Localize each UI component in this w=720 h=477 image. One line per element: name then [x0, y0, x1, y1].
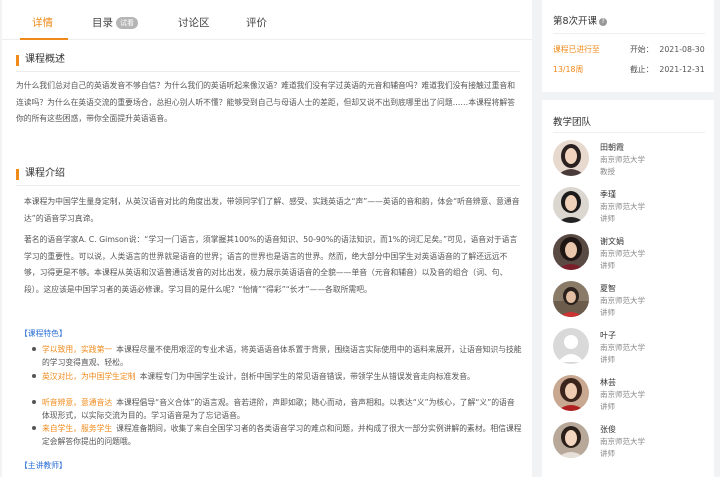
teacher-org: 南京师范大学 [600, 390, 645, 399]
tab-catalog[interactable]: 目录 试看 [92, 15, 138, 30]
teacher-item[interactable]: 叶子 南京师范大学 讲师 [553, 328, 713, 368]
course-detail-panel: 详情 目录 试看 讨论区 评价 课程概述 为什么我们总对自己的英语发音不够自信？为… [2, 0, 532, 477]
feature-highlight: 来自学生，服务学生 [42, 424, 113, 433]
tab-reviews[interactable]: 评价 [246, 15, 267, 30]
teacher-org: 南京师范大学 [600, 202, 645, 211]
session-title: 第8次开课? [553, 13, 608, 27]
session-title-text: 第8次开课 [553, 16, 598, 27]
overview-divider [16, 71, 520, 72]
teacher-title: 讲师 [600, 214, 615, 223]
avatar [553, 281, 589, 317]
active-tab-indicator [20, 38, 68, 40]
teacher-name: 夏智 [600, 284, 616, 293]
avatar [553, 234, 589, 270]
end-date: 2021-12-31 [659, 65, 705, 74]
teacher-org: 南京师范大学 [600, 249, 645, 258]
feature-text: 本课程倡导“音义合体”的语言观。音若进阶，声即如歌；随心而动，音声相和。以表达“… [42, 398, 515, 420]
team-title: 教学团队 [553, 117, 592, 128]
tab-discussion[interactable]: 讨论区 [178, 15, 210, 30]
features-heading: 【课程特色】 [20, 329, 67, 338]
feature-text: 本课程专门为中国学生设计，剖析中国学生的常见语音错误，带领学生从错误发音走向标准… [139, 372, 475, 381]
tab-catalog-label: 目录 [92, 17, 113, 29]
team-divider [553, 132, 705, 133]
avatar [553, 375, 589, 411]
feature-item: 来自学生，服务学生 课程准备期间，收集了来自全国学习者的各类语音学习的难点和问题，… [32, 422, 522, 448]
teacher-title: 讲师 [600, 449, 615, 458]
avatar [553, 187, 589, 223]
teacher-item[interactable]: 林芸 南京师范大学 讲师 [553, 375, 713, 415]
teacher-org: 南京师范大学 [600, 296, 645, 305]
teacher-title: 讲师 [600, 402, 615, 411]
teacher-title: 教授 [600, 167, 615, 176]
feature-item: 学以致用，实践第一 本课程尽量不使用艰涩的专业术语，将英语语音体系置于背景，围绕语… [32, 343, 522, 369]
teacher-item[interactable]: 季瑾 南京师范大学 讲师 [553, 187, 713, 227]
teacher-item[interactable]: 张俊 南京师范大学 讲师 [553, 422, 713, 462]
teacher-item[interactable]: 夏智 南京师范大学 讲师 [553, 281, 713, 321]
teacher-org: 南京师范大学 [600, 155, 645, 164]
feature-item: 听音辨意，意通音达 本课程倡导“音义合体”的语言观。音若进阶，声即如歌；随心而动，… [32, 396, 522, 422]
feature-text: 课程准备期间，收集了来自全国学习者的各类语音学习的难点和问题，并构成了很大一部分… [42, 424, 522, 446]
end-label: 截止： [630, 65, 654, 74]
tab-details[interactable]: 详情 [32, 15, 53, 30]
teacher-name: 张俊 [600, 425, 616, 434]
question-icon[interactable]: ? [599, 18, 608, 26]
teacher-org: 南京师范大学 [600, 343, 645, 352]
session-card: 第8次开课? 课程已进行至 13/18周 开始： 2021-08-30 截止： 20… [542, 0, 714, 92]
session-status: 课程已进行至 [553, 45, 600, 54]
feature-highlight: 听音辨意，意通音达 [42, 398, 113, 407]
start-label: 开始： [630, 45, 654, 54]
teacher-name: 叶子 [600, 331, 616, 340]
session-start: 开始： 2021-08-30 [630, 44, 705, 55]
tab-bar: 详情 目录 试看 讨论区 评价 [2, 0, 532, 40]
teacher-name: 林芸 [600, 378, 616, 387]
start-date: 2021-08-30 [659, 45, 705, 54]
teacher-heading: 【主讲教师】 [20, 461, 67, 470]
teacher-item[interactable]: 谢文娟 南京师范大学 讲师 [553, 234, 713, 274]
session-divider [553, 33, 705, 34]
teacher-title: 讲师 [600, 355, 615, 364]
overview-title: 课程概述 [16, 54, 65, 66]
preview-badge: 试看 [116, 17, 138, 29]
avatar [553, 328, 589, 364]
intro-paragraph-1: 本课程为中国学生量身定制，从英汉语音对比的角度出发，带领同学们了解、感受、实践英… [24, 197, 520, 223]
teacher-org: 南京师范大学 [600, 437, 645, 446]
teacher-title: 讲师 [600, 261, 615, 270]
teacher-name: 季瑾 [600, 190, 616, 199]
intro-divider [16, 185, 520, 186]
teacher-name: 田朝霞 [600, 143, 624, 152]
session-end: 截止： 2021-12-31 [630, 64, 705, 75]
team-card: 教学团队 田朝霞 南京师范大学 教授 季瑾 南京师范大学 讲师 谢文娟 南京师范… [542, 100, 714, 477]
intro-title: 课程介绍 [16, 168, 65, 180]
intro-paragraph-2: 著名的语音学家A. C. Gimson说：“学习一门语言，须掌握其100%的语音… [24, 235, 518, 294]
avatar [553, 140, 589, 176]
feature-highlight: 学以致用，实践第一 [42, 345, 113, 354]
teacher-item[interactable]: 田朝霞 南京师范大学 教授 [553, 140, 713, 180]
session-progress: 13/18周 [553, 65, 584, 74]
feature-item: 英汉对比，为中国学生定制 本课程专门为中国学生设计，剖析中国学生的常见语音错误，带… [32, 370, 522, 383]
teacher-name: 谢文娟 [600, 237, 624, 246]
feature-highlight: 英汉对比，为中国学生定制 [42, 372, 136, 381]
avatar [553, 422, 589, 458]
overview-text: 为什么我们总对自己的英语发音不够自信？为什么我们的英语听起来像汉语？难道我们没有… [16, 81, 515, 123]
feature-text: 本课程尽量不使用艰涩的专业术语，将英语语音体系置于背景，围绕语言实际使用中的语料… [42, 345, 522, 367]
teacher-title: 讲师 [600, 308, 615, 317]
